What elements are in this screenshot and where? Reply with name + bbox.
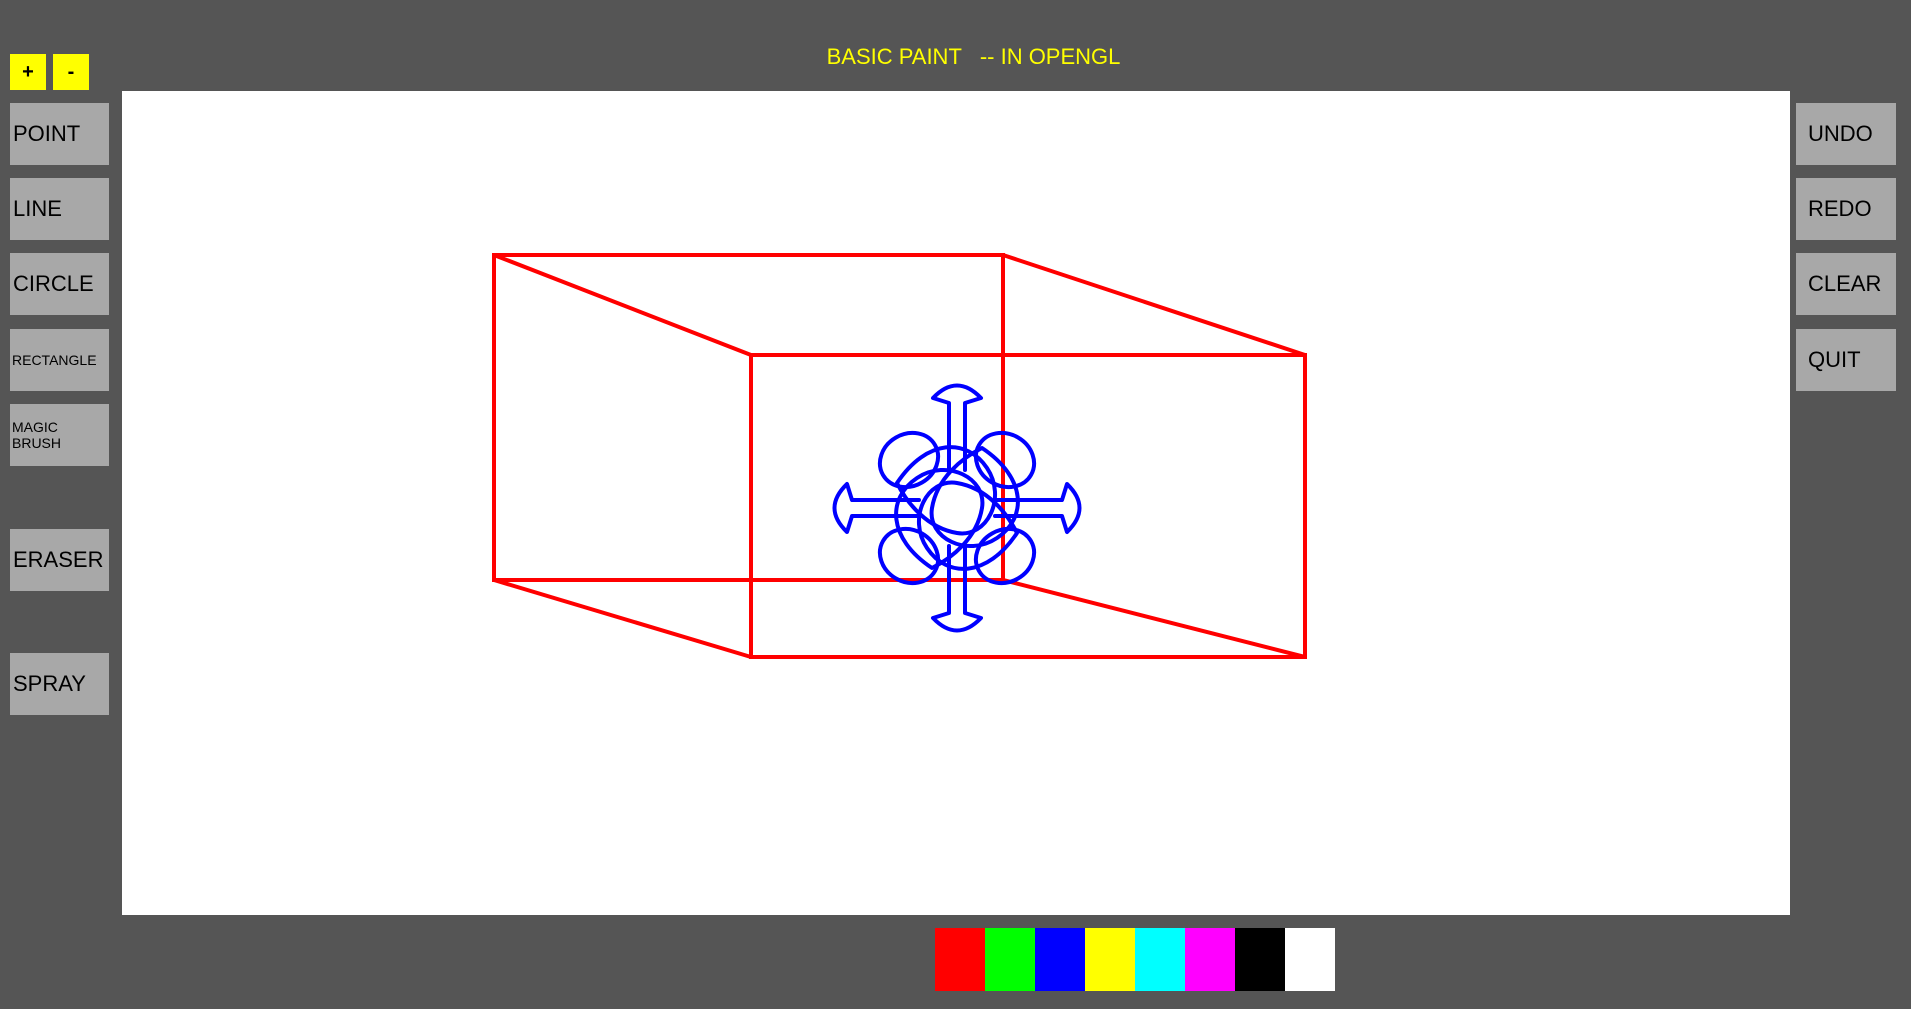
flower-arm-left [832, 482, 921, 534]
flower-arm-top [931, 383, 983, 472]
color-swatch-green[interactable] [985, 928, 1035, 991]
circle-tool-button[interactable]: CIRCLE [10, 253, 109, 315]
cube-edge [1002, 253, 1306, 357]
cube-edge [1002, 578, 1306, 659]
magic-brush-flower [832, 383, 1082, 633]
point-tool-button[interactable]: POINT [10, 103, 109, 165]
color-swatch-cyan[interactable] [1135, 928, 1185, 991]
rectangle-tool-button[interactable]: RECTANGLE [10, 329, 109, 391]
undo-button[interactable]: UNDO [1796, 103, 1896, 165]
cube-edge [493, 578, 752, 659]
eraser-tool-button[interactable]: ERASER [10, 529, 109, 591]
color-swatch-magenta[interactable] [1185, 928, 1235, 991]
quit-button[interactable]: QUIT [1796, 329, 1896, 391]
redo-button[interactable]: REDO [1796, 178, 1896, 240]
flower-arm-bottom [931, 544, 983, 633]
increase-size-button[interactable]: + [10, 54, 46, 90]
spray-tool-button[interactable]: SPRAY [10, 653, 109, 715]
decrease-size-button[interactable]: - [53, 54, 89, 90]
drawing-canvas[interactable] [122, 91, 1790, 915]
color-swatch-white[interactable] [1285, 928, 1335, 991]
cube-drawing [492, 253, 1307, 659]
clear-button[interactable]: CLEAR [1796, 253, 1896, 315]
line-tool-button[interactable]: LINE [10, 178, 109, 240]
color-swatch-blue[interactable] [1035, 928, 1085, 991]
cube-back-face [492, 253, 1005, 582]
drawing-svg [492, 253, 1307, 659]
app-title: BASIC PAINT -- IN OPENGL [826, 44, 1121, 69]
color-palette [935, 928, 1335, 991]
color-swatch-yellow[interactable] [1085, 928, 1135, 991]
flower-arm-right [993, 482, 1082, 534]
color-swatch-red[interactable] [935, 928, 985, 991]
magic-brush-tool-button[interactable]: MAGIC BRUSH [10, 404, 109, 466]
color-swatch-black[interactable] [1235, 928, 1285, 991]
cube-edge [493, 253, 752, 357]
